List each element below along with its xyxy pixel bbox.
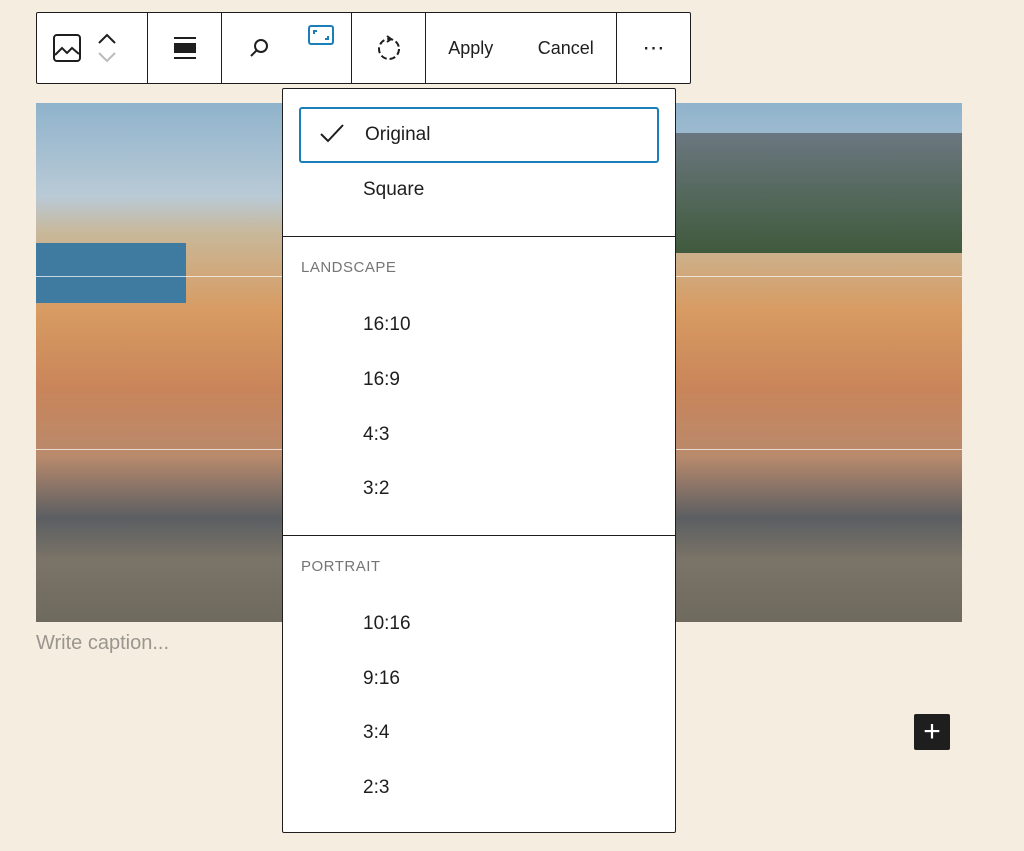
- menu-item-10-16[interactable]: 10:16: [299, 596, 659, 652]
- menu-item-original[interactable]: Original: [299, 107, 659, 163]
- aspect-ratio-icon: [308, 25, 334, 45]
- divider: [283, 535, 675, 536]
- divider: [283, 236, 675, 237]
- section-label-portrait: PORTRAIT: [301, 558, 381, 575]
- cancel-button[interactable]: Cancel: [538, 13, 594, 83]
- move-buttons: [97, 33, 117, 63]
- menu-item-label: 16:10: [363, 314, 411, 335]
- apply-button[interactable]: Apply: [448, 13, 493, 83]
- menu-item-label: Original: [365, 124, 431, 145]
- crop-actions-group: Apply Cancel: [426, 13, 617, 83]
- menu-item-label: 9:16: [363, 668, 400, 689]
- align-icon: [173, 37, 196, 59]
- aspect-ratio-menu: Original Square LANDSCAPE 16:10 16:9 4:3…: [282, 88, 676, 833]
- menu-item-label: 4:3: [363, 424, 390, 445]
- section-label-landscape: LANDSCAPE: [301, 259, 397, 276]
- menu-item-label: 10:16: [363, 613, 411, 634]
- menu-item-3-4[interactable]: 3:4: [299, 705, 659, 761]
- menu-item-square[interactable]: Square: [299, 162, 659, 218]
- check-icon: [320, 124, 344, 143]
- crop-tools-group: [222, 13, 352, 83]
- rotate-group: [352, 13, 426, 83]
- zoom-icon: [250, 39, 268, 57]
- image-hills: [662, 133, 962, 253]
- menu-item-9-16[interactable]: 9:16: [299, 651, 659, 707]
- menu-item-16-10[interactable]: 16:10: [299, 297, 659, 353]
- menu-item-3-2[interactable]: 3:2: [299, 461, 659, 517]
- more-options-button[interactable]: ⋯: [643, 13, 665, 83]
- block-type-group: [37, 13, 148, 83]
- zoom-button[interactable]: [222, 13, 296, 83]
- image-sea: [36, 243, 186, 303]
- menu-item-label: 2:3: [363, 777, 390, 798]
- caption-input[interactable]: Write caption...: [36, 632, 169, 655]
- menu-item-16-9[interactable]: 16:9: [299, 352, 659, 408]
- add-block-button[interactable]: +: [914, 714, 950, 750]
- menu-item-4-3[interactable]: 4:3: [299, 407, 659, 463]
- menu-item-label: 3:4: [363, 722, 390, 743]
- menu-item-label: Square: [363, 179, 425, 200]
- rotate-icon: [377, 35, 400, 60]
- menu-item-label: 3:2: [363, 478, 390, 499]
- menu-item-2-3[interactable]: 2:3: [299, 760, 659, 816]
- menu-item-label: 16:9: [363, 369, 400, 390]
- rotate-button[interactable]: [375, 13, 403, 83]
- chevron-up-icon[interactable]: [97, 33, 117, 45]
- options-group: ⋯: [617, 13, 690, 83]
- align-button[interactable]: [173, 13, 197, 83]
- block-toolbar: Apply Cancel ⋯: [36, 12, 691, 84]
- image-icon: [53, 34, 81, 62]
- aspect-ratio-button[interactable]: [296, 13, 346, 83]
- align-group: [148, 13, 222, 83]
- chevron-down-icon[interactable]: [97, 51, 117, 63]
- image-block-button[interactable]: [37, 13, 97, 83]
